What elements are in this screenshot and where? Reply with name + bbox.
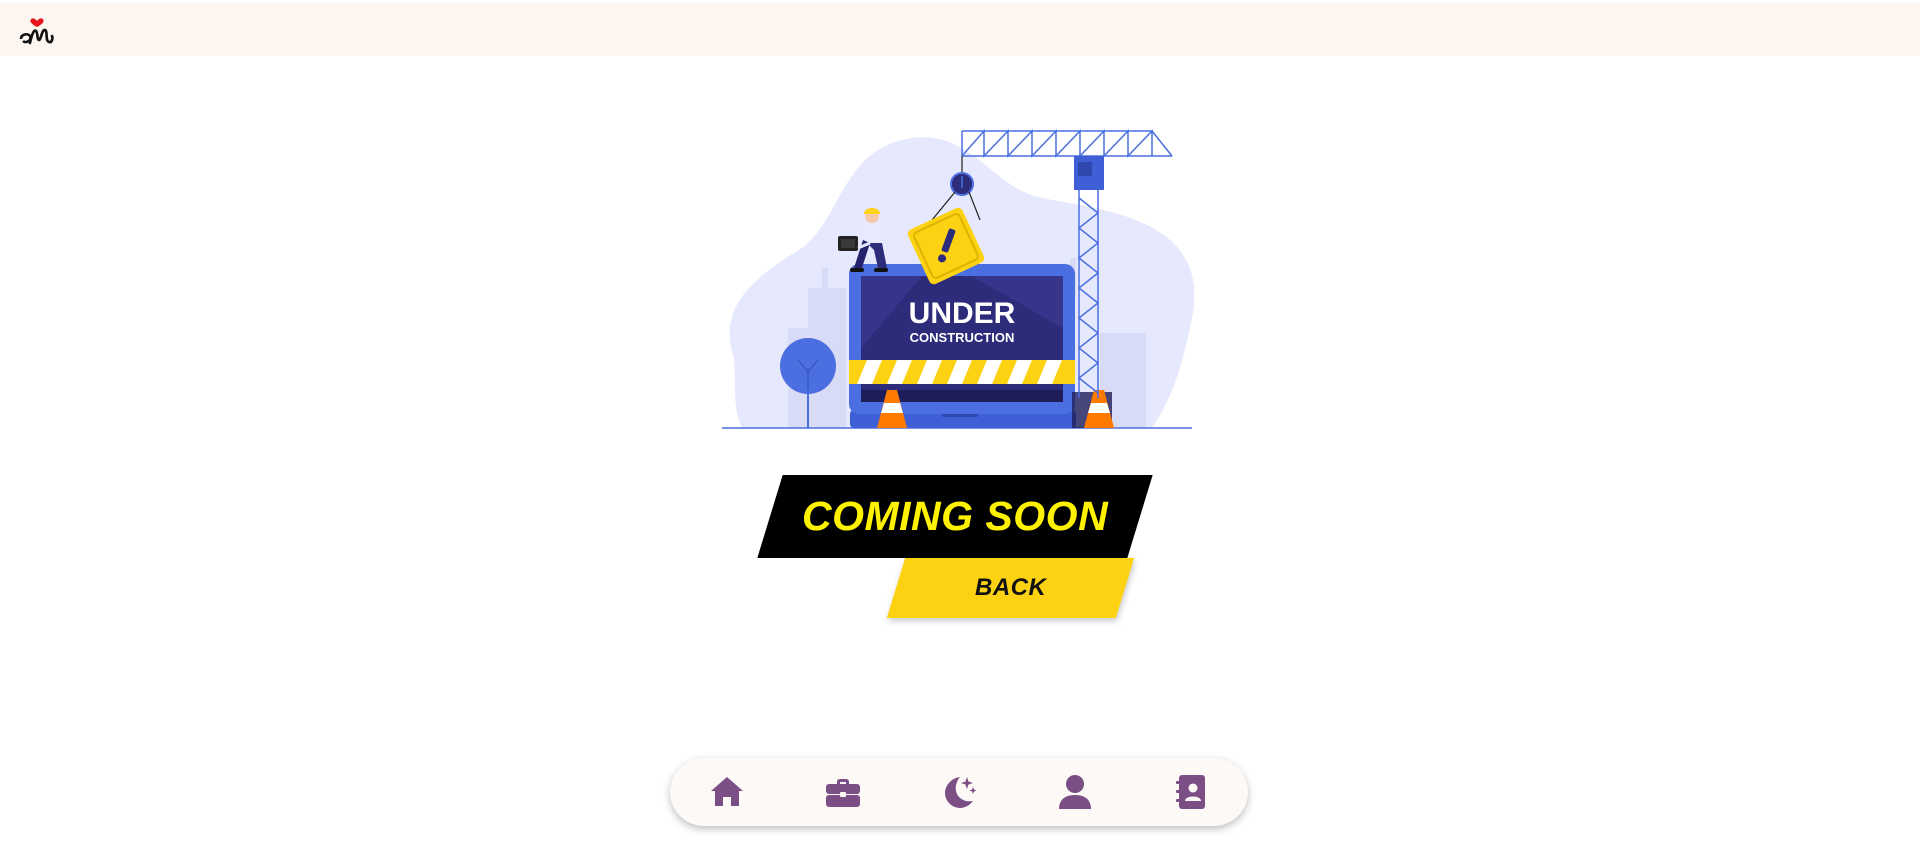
contact-book-icon <box>1176 775 1205 809</box>
header-bar <box>0 3 1920 56</box>
user-icon <box>1059 775 1091 809</box>
nav-home[interactable] <box>707 772 747 812</box>
under-construction-illustration: UNDER CONSTRUCTION <box>722 128 1200 430</box>
sign-title: UNDER <box>909 297 1016 330</box>
briefcase-icon <box>826 779 860 807</box>
nav-contacts[interactable] <box>1171 772 1211 812</box>
nav-profile[interactable] <box>1055 772 1095 812</box>
om-heart-logo-icon[interactable] <box>18 12 56 48</box>
coming-soon-title: COMING SOON <box>801 493 1109 539</box>
sign-subtitle: CONSTRUCTION <box>910 330 1015 345</box>
coming-soon-banner: COMING SOON <box>757 475 1153 558</box>
nav-work[interactable] <box>823 772 863 812</box>
nav-night[interactable] <box>939 772 979 812</box>
back-button-label: BACK <box>974 574 1047 601</box>
moon-stars-icon <box>945 777 977 808</box>
bottom-navigation <box>670 758 1248 826</box>
back-button[interactable]: BACK <box>886 558 1135 618</box>
home-icon <box>711 777 743 806</box>
